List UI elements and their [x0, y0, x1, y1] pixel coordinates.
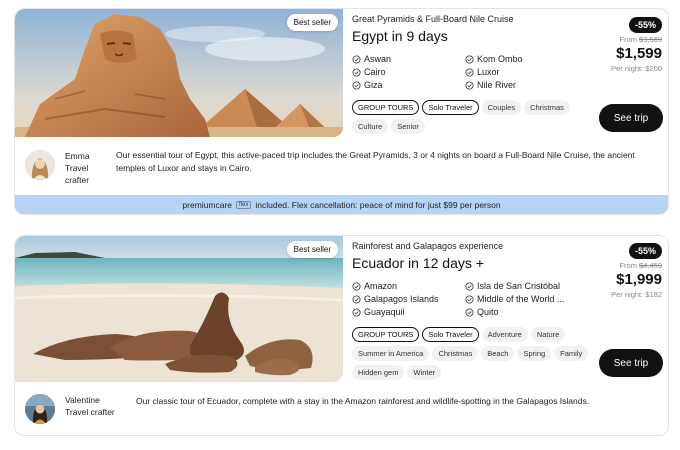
- tour-description: Our classic tour of Ecuador, complete wi…: [136, 396, 590, 406]
- location-check-icon: [352, 281, 361, 291]
- travel-crafter[interactable]: Valentine Travel crafter: [25, 394, 115, 424]
- tour-description: Our essential tour of Egypt, this active…: [116, 150, 635, 173]
- discount-badge: -55%: [628, 17, 662, 33]
- tag-senior[interactable]: Senior: [391, 119, 425, 134]
- tag-christmas[interactable]: Christmas: [524, 100, 570, 115]
- location-check-icon: [352, 307, 361, 317]
- destination-label: Kom Ombo: [477, 54, 523, 64]
- tag-solo-traveler[interactable]: Solo Traveler: [422, 100, 479, 115]
- destination-label: Amazon: [364, 281, 398, 291]
- destination-item: Luxor: [465, 66, 585, 78]
- price-box: -55% From $4,459 $1,999 Per night: $182: [582, 241, 662, 299]
- from-price: From $4,459: [582, 261, 662, 270]
- avatar: [25, 150, 55, 180]
- tag-nature[interactable]: Nature: [530, 327, 566, 342]
- destination-label: Nile River: [477, 80, 517, 90]
- destination-item: Amazon: [352, 280, 465, 292]
- destination-list: Amazon Isla de San Cristóbal Galapagos I…: [352, 280, 602, 318]
- location-check-icon: [352, 80, 361, 90]
- location-check-icon: [465, 80, 474, 90]
- tour-photo-sphinx[interactable]: Best seller: [15, 9, 343, 137]
- destination-item: Isla de San Cristóbal: [465, 280, 585, 292]
- destination-label: Galapagos Islands: [364, 294, 439, 304]
- tag-adventure[interactable]: Adventure: [481, 327, 528, 342]
- old-price: $3,569: [639, 35, 662, 44]
- tag-group-tours[interactable]: GROUP TOURS: [352, 100, 420, 115]
- destination-list: Aswan Kom Ombo Cairo Luxor Giza Nile Riv…: [352, 53, 602, 91]
- from-price: From $3,569: [582, 35, 662, 44]
- destination-label: Guayaquil: [364, 307, 405, 317]
- premiumcare-text: included. Flex cancellation: peace of mi…: [255, 199, 501, 210]
- best-seller-badge: Best seller: [286, 14, 338, 31]
- destination-item: Guayaquil: [352, 306, 465, 318]
- location-check-icon: [352, 294, 361, 304]
- from-label: From: [619, 261, 637, 270]
- crafter-role: Travel crafter: [65, 407, 115, 417]
- tour-card-ecuador[interactable]: Best seller Rainforest and Galapagos exp…: [14, 235, 669, 436]
- destination-label: Middle of the World ...: [477, 294, 565, 304]
- crafter-first-name: Emma: [65, 151, 90, 161]
- tag-spring[interactable]: Spring: [517, 346, 552, 361]
- destination-label: Isla de San Cristóbal: [477, 281, 561, 291]
- crafter-role: Travel crafter: [65, 163, 90, 185]
- from-label: From: [619, 35, 637, 44]
- current-price: $1,599: [616, 45, 662, 62]
- tour-card-egypt[interactable]: Best seller Great Pyramids & Full-Board …: [14, 8, 669, 215]
- destination-item: Cairo: [352, 66, 465, 78]
- location-check-icon: [465, 281, 474, 291]
- destination-label: Quito: [477, 307, 499, 317]
- tour-title[interactable]: Ecuador in 12 days +: [352, 255, 484, 271]
- crafter-first-name: Valentine: [65, 395, 100, 405]
- tag-summer-in-america[interactable]: Summer in America: [352, 346, 430, 361]
- destination-item: Quito: [465, 306, 585, 318]
- tour-subtitle: Great Pyramids & Full-Board Nile Cruise: [352, 14, 514, 24]
- destination-item: Middle of the World ...: [465, 293, 585, 305]
- current-price: $1,999: [616, 271, 662, 288]
- destination-item: Kom Ombo: [465, 53, 585, 65]
- tag-culture[interactable]: Culture: [352, 119, 389, 134]
- location-check-icon: [465, 307, 474, 317]
- best-seller-badge: Best seller: [286, 241, 338, 258]
- tag-beach[interactable]: Beach: [481, 346, 515, 361]
- crafter-name: Valentine Travel crafter: [65, 394, 115, 418]
- premiumcare-brand: premiumcare: [182, 199, 233, 210]
- see-trip-button[interactable]: See trip: [599, 104, 663, 132]
- destination-label: Luxor: [477, 67, 500, 77]
- destination-label: Aswan: [364, 54, 392, 64]
- premium-care-bar[interactable]: premiumcare flex included. Flex cancella…: [15, 195, 668, 214]
- tag-family[interactable]: Family: [554, 346, 589, 361]
- tour-photo-sea-lions[interactable]: Best seller: [15, 236, 343, 382]
- tag-group-tours[interactable]: GROUP TOURS: [352, 327, 420, 342]
- location-check-icon: [352, 67, 361, 77]
- see-trip-button[interactable]: See trip: [599, 349, 663, 377]
- tag-list: GROUP TOURS Solo Traveler Adventure Natu…: [352, 327, 602, 380]
- location-check-icon: [465, 54, 474, 64]
- discount-badge: -55%: [628, 243, 662, 259]
- avatar: [25, 394, 55, 424]
- destination-item: Giza: [352, 79, 465, 91]
- crafter-name: Emma Travel crafter: [65, 150, 105, 186]
- tour-title[interactable]: Egypt in 9 days: [352, 28, 448, 44]
- destination-item: Galapagos Islands: [352, 293, 465, 305]
- tag-hidden-gem[interactable]: Hidden gem: [352, 365, 405, 380]
- old-price: $4,459: [639, 261, 662, 270]
- destination-label: Cairo: [364, 67, 386, 77]
- tag-winter[interactable]: Winter: [407, 365, 442, 380]
- location-check-icon: [352, 54, 361, 64]
- tag-couples[interactable]: Couples: [481, 100, 522, 115]
- flex-chip: flex: [236, 200, 252, 209]
- location-check-icon: [465, 294, 474, 304]
- tag-solo-traveler[interactable]: Solo Traveler: [422, 327, 479, 342]
- destination-label: Giza: [364, 80, 383, 90]
- tag-christmas[interactable]: Christmas: [432, 346, 479, 361]
- price-box: -55% From $3,569 $1,599 Per night: $200: [582, 15, 662, 73]
- destination-item: Nile River: [465, 79, 585, 91]
- per-night-price: Per night: $182: [611, 290, 662, 299]
- destination-item: Aswan: [352, 53, 465, 65]
- tag-list: GROUP TOURS Solo Traveler Couples Christ…: [352, 100, 602, 134]
- per-night-price: Per night: $200: [611, 64, 662, 73]
- travel-crafter[interactable]: Emma Travel crafter: [25, 150, 105, 186]
- location-check-icon: [465, 67, 474, 77]
- tour-subtitle: Rainforest and Galapagos experience: [352, 241, 504, 251]
